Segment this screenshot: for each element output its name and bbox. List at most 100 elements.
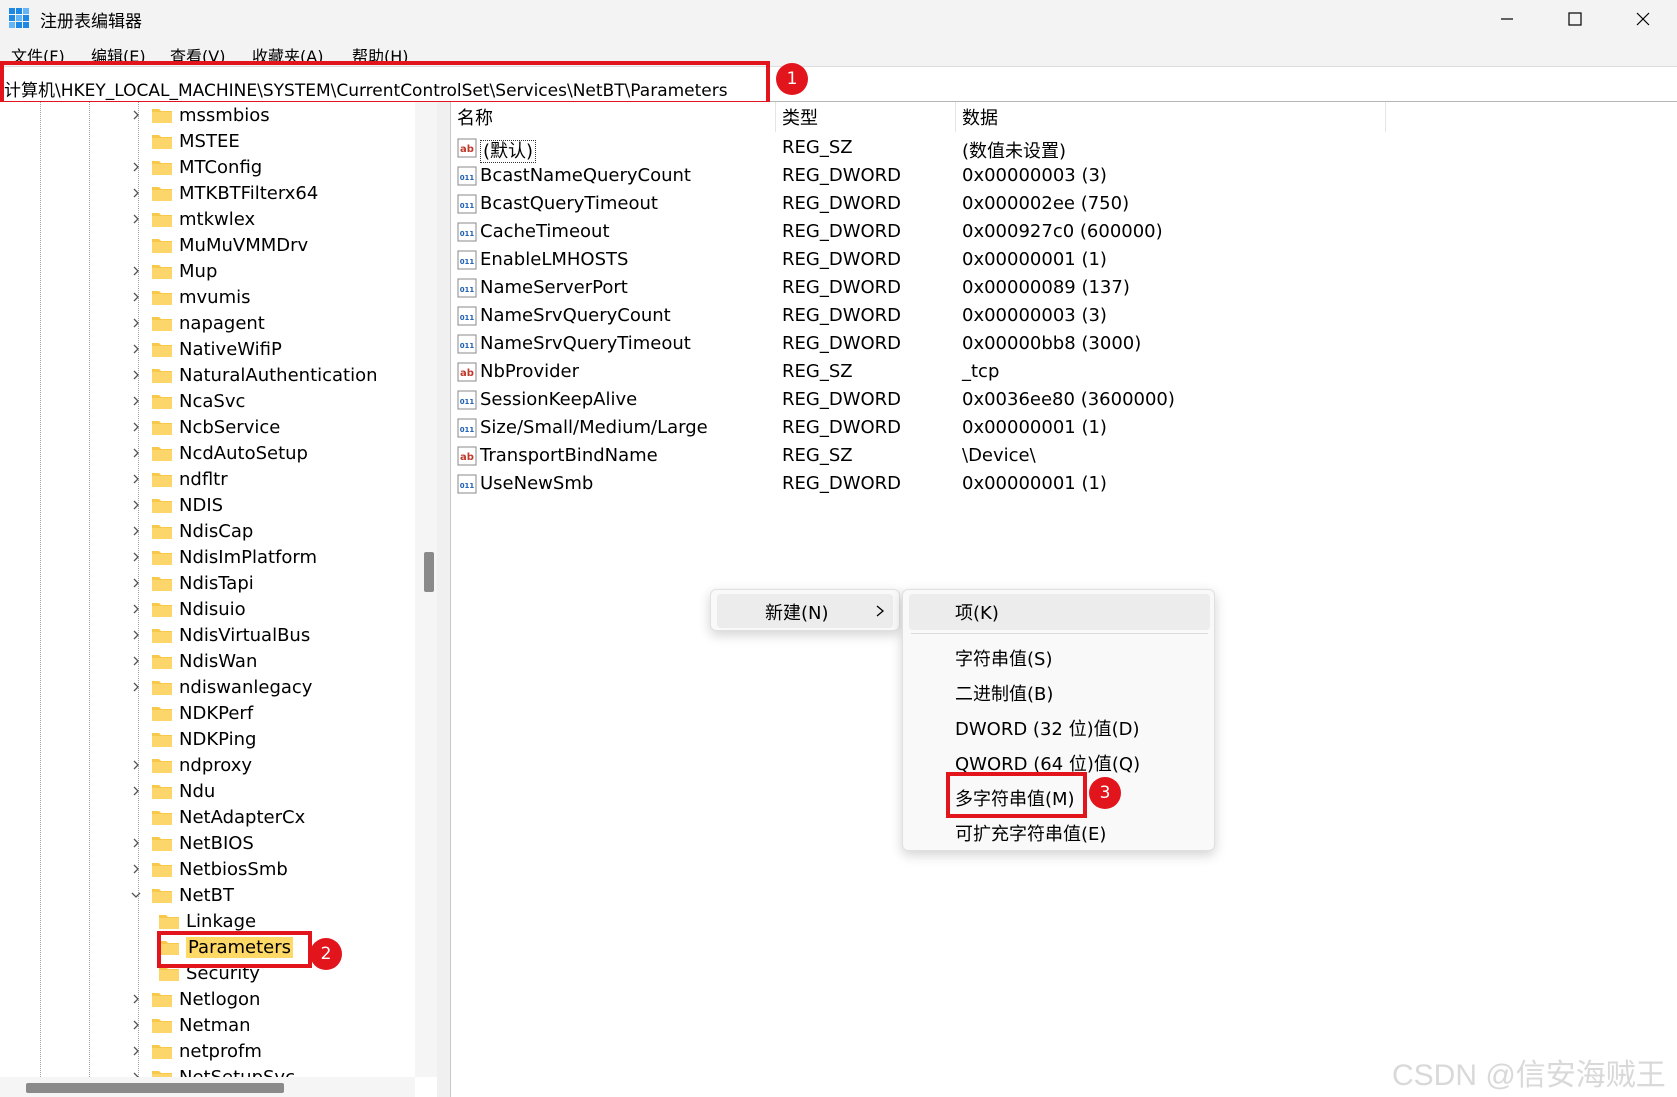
chevron-right-icon[interactable] [127,596,145,622]
tree-horizontal-scroll-thumb[interactable] [26,1083,284,1093]
tree-item[interactable]: napagent [127,310,265,336]
submenu-item-binary[interactable]: 二进制值(B) [955,680,1053,706]
chevron-down-icon[interactable] [127,882,145,908]
tree-item[interactable]: NetbiosSmb [127,856,288,882]
chevron-right-icon[interactable] [127,440,145,466]
value-row[interactable]: 011 NameServerPort REG_DWORD 0x00000089 (13… [451,274,1677,302]
tree-item[interactable]: netprofm [127,1038,262,1064]
column-header-data[interactable]: 数据 [956,102,1386,132]
svg-text:011: 011 [460,482,475,490]
tree-item[interactable]: NDKPing [127,726,256,752]
tree-item[interactable]: NDKPerf [127,700,253,726]
tree-item[interactable]: mvumis [127,284,251,310]
submenu-item-dword[interactable]: DWORD (32 位)值(D) [955,715,1140,741]
tree-item[interactable]: NdisImPlatform [127,544,317,570]
value-row[interactable]: 011 CacheTimeout REG_DWORD 0x000927c0 (6000… [451,218,1677,246]
tree-item[interactable]: NetBIOS [127,830,254,856]
submenu-item-expandstring[interactable]: 可扩充字符串值(E) [955,820,1106,846]
tree-item[interactable]: Netlogon [127,986,260,1012]
chevron-right-icon[interactable] [127,856,145,882]
value-type: REG_SZ [782,361,853,382]
tree-item[interactable]: NcaSvc [127,388,245,414]
chevron-right-icon[interactable] [127,830,145,856]
tree-item[interactable]: MTKBTFilterx64 [127,180,318,206]
tree-item[interactable]: NcbService [127,414,280,440]
chevron-right-icon[interactable] [127,180,145,206]
tree-item[interactable]: Netman [127,1012,251,1038]
tree-item[interactable]: ndfltr [127,466,228,492]
tree-item[interactable]: NativeWifiP [127,336,282,362]
tree-item[interactable]: NaturalAuthentication [127,362,378,388]
binary-value-icon: 011 [457,334,477,354]
chevron-right-icon[interactable] [127,310,145,336]
value-row[interactable]: ab (默认) REG_SZ (数值未设置) [451,134,1677,163]
chevron-right-icon[interactable] [127,102,145,128]
tree-item[interactable]: ndproxy [127,752,252,778]
tree-item[interactable]: Ndisuio [127,596,246,622]
tree-item[interactable]: NDIS [127,492,223,518]
column-header-type[interactable]: 类型 [776,102,956,132]
tree-item[interactable]: Ndu [127,778,215,804]
chevron-right-icon[interactable] [127,518,145,544]
chevron-right-icon[interactable] [127,258,145,284]
column-header-name[interactable]: 名称 [451,102,776,132]
tree-item[interactable]: NetAdapterCx [127,804,305,830]
chevron-right-icon[interactable] [127,414,145,440]
submenu-item-key[interactable]: 项(K) [955,599,999,625]
chevron-right-icon[interactable] [127,648,145,674]
value-data: 0x00000001 (1) [962,249,1107,270]
tree-item[interactable]: MSTEE [127,128,240,154]
chevron-right-icon[interactable] [127,154,145,180]
tree-item[interactable]: MTConfig [127,154,262,180]
chevron-right-icon[interactable] [127,622,145,648]
chevron-right-icon[interactable] [127,544,145,570]
chevron-right-icon[interactable] [127,284,145,310]
value-row[interactable]: 011 UseNewSmb REG_DWORD 0x00000001 (1) [451,470,1677,498]
tree-item[interactable]: mtkwlex [127,206,255,232]
chevron-right-icon[interactable] [127,986,145,1012]
tree-item[interactable]: MuMuVMMDrv [127,232,308,258]
chevron-right-icon[interactable] [127,336,145,362]
submenu-item-string[interactable]: 字符串值(S) [955,645,1052,671]
value-row[interactable]: 011 SessionKeepAlive REG_DWORD 0x0036ee80 (… [451,386,1677,414]
registry-editor-icon [9,8,29,28]
chevron-right-icon[interactable] [127,466,145,492]
tree-item-label: MuMuVMMDrv [179,234,309,256]
close-button[interactable] [1609,0,1677,38]
value-row[interactable]: 011 NameSrvQueryTimeout REG_DWORD 0x00000bb… [451,330,1677,358]
value-row[interactable]: 011 BcastNameQueryCount REG_DWORD 0x0000000… [451,162,1677,190]
value-row[interactable]: ab TransportBindName REG_SZ \Device\ [451,442,1677,470]
value-name: UseNewSmb [480,473,593,494]
close-icon [1636,12,1650,26]
chevron-right-icon[interactable] [127,362,145,388]
maximize-button[interactable] [1541,0,1609,38]
pane-splitter[interactable] [437,102,451,1097]
tree-vertical-scroll-thumb[interactable] [424,552,434,592]
binary-value-icon: 011 [457,390,477,410]
tree-item[interactable]: NdisWan [127,648,257,674]
value-row[interactable]: 011 Size/Small/Medium/Large REG_DWORD 0x000… [451,414,1677,442]
menu-item-new[interactable]: 新建(N) [765,599,829,625]
chevron-right-icon[interactable] [127,752,145,778]
tree-item[interactable]: NdisVirtualBus [127,622,310,648]
chevron-right-icon[interactable] [127,388,145,414]
tree-item[interactable]: ndiswanlegacy [127,674,312,700]
tree-item[interactable]: NcdAutoSetup [127,440,308,466]
chevron-right-icon[interactable] [127,1038,145,1064]
value-row[interactable]: 011 NameSrvQueryCount REG_DWORD 0x00000003 … [451,302,1677,330]
tree-item[interactable]: mssmbios [127,102,270,128]
chevron-right-icon[interactable] [127,674,145,700]
chevron-right-icon[interactable] [127,492,145,518]
chevron-right-icon[interactable] [127,570,145,596]
tree-item[interactable]: NdisCap [127,518,253,544]
value-row[interactable]: 011 EnableLMHOSTS REG_DWORD 0x00000001 (1) [451,246,1677,274]
chevron-right-icon[interactable] [127,206,145,232]
minimize-button[interactable] [1473,0,1541,38]
chevron-right-icon[interactable] [127,778,145,804]
tree-item[interactable]: NetBT [127,882,234,908]
value-row[interactable]: ab NbProvider REG_SZ _tcp [451,358,1677,386]
chevron-right-icon[interactable] [127,1012,145,1038]
tree-item[interactable]: NdisTapi [127,570,254,596]
value-row[interactable]: 011 BcastQueryTimeout REG_DWORD 0x000002ee … [451,190,1677,218]
tree-item[interactable]: Mup [127,258,217,284]
